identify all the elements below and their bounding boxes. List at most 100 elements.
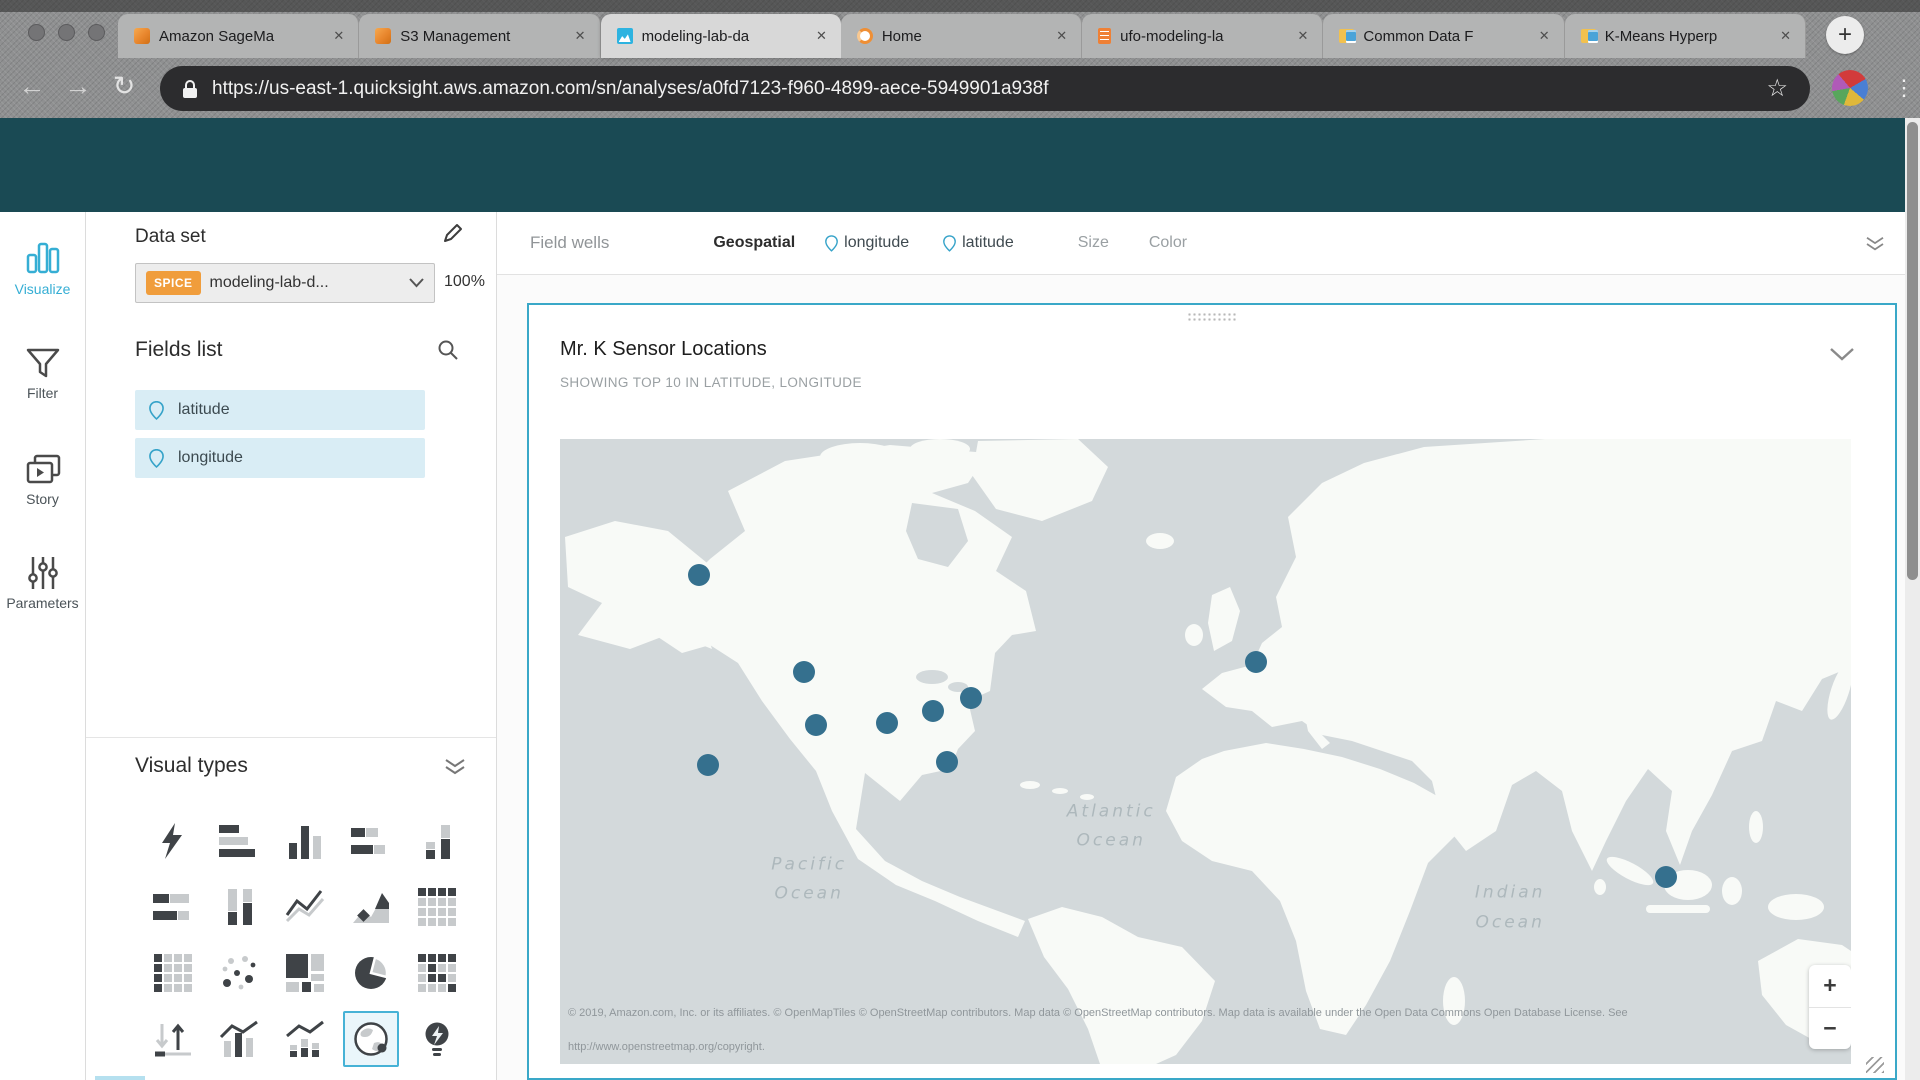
back-button[interactable]: ←: [12, 62, 52, 110]
collapse-field-wells-icon[interactable]: [1865, 236, 1885, 252]
size-well-label[interactable]: Size: [1078, 234, 1109, 252]
visual-type-horizontal-stacked-bar-chart[interactable]: [343, 813, 399, 869]
map-data-point[interactable]: [936, 751, 958, 773]
tab-modeling-lab-active[interactable]: modeling-lab-da ✕: [601, 14, 841, 58]
rail-item-story[interactable]: Story: [0, 454, 85, 507]
map-visual-card[interactable]: Mr. K Sensor Locations SHOWING TOP 10 IN…: [527, 303, 1897, 1080]
tab-close-icon[interactable]: ✕: [1537, 26, 1552, 46]
visual-type-pie-chart[interactable]: [343, 945, 399, 1001]
color-well-label[interactable]: Color: [1149, 234, 1187, 252]
rail-item-visualize[interactable]: Visualize: [0, 240, 85, 297]
tab-close-icon[interactable]: ✕: [1054, 26, 1069, 46]
quicksight-header: + Add ↺ Undo ↻ Redo modeling-lab-data-so…: [0, 118, 1920, 212]
map-data-points-layer: [560, 439, 1851, 1064]
left-rail: Visualize Filter Story Parameters: [0, 212, 86, 1080]
dataset-dropdown[interactable]: SPICE modeling-lab-d...: [135, 263, 435, 303]
visual-type-waterfall-chart[interactable]: [145, 1011, 201, 1067]
map-data-point[interactable]: [1655, 866, 1677, 888]
field-item-latitude[interactable]: latitude: [135, 390, 425, 430]
forward-button[interactable]: →: [58, 62, 98, 110]
visual-types-heading: Visual types: [135, 754, 248, 778]
browser-profile-avatar[interactable]: [1832, 70, 1868, 106]
panel-divider: [86, 737, 496, 738]
notebook-icon: [1098, 28, 1111, 44]
tab-amazon-sagemaker[interactable]: Amazon SageMa ✕: [118, 14, 359, 58]
well-longitude[interactable]: longitude: [825, 234, 909, 252]
collapse-double-chevron-icon[interactable]: [444, 758, 466, 776]
tab-home[interactable]: Home ✕: [841, 14, 1082, 58]
visual-type-vertical-stacked-100-bar-chart[interactable]: [211, 879, 267, 935]
tab-ufo-modeling[interactable]: ufo-modeling-la ✕: [1082, 14, 1323, 58]
search-icon[interactable]: [438, 340, 458, 360]
sliders-icon: [26, 556, 60, 590]
visual-type-heat-map[interactable]: [145, 945, 201, 1001]
tab-label: Home: [882, 28, 1045, 45]
tab-strip: Amazon SageMa ✕ S3 Management ✕ modeling…: [118, 14, 1806, 58]
field-wells-label: Field wells: [530, 233, 609, 253]
field-item-longitude[interactable]: longitude: [135, 438, 425, 478]
visual-menu-chevron-icon[interactable]: [1829, 347, 1855, 362]
map-data-point[interactable]: [876, 712, 898, 734]
visual-type-horizontal-stacked-100-bar-chart[interactable]: [145, 879, 201, 935]
tab-s3-management[interactable]: S3 Management ✕: [359, 14, 600, 58]
bookmark-star-icon[interactable]: ☆: [1766, 74, 1788, 103]
visual-type-geospatial-map[interactable]: [343, 1011, 399, 1067]
map-data-point[interactable]: [805, 714, 827, 736]
tab-label: modeling-lab-da: [642, 28, 805, 45]
address-bar[interactable]: https://us-east-1.quicksight.aws.amazon.…: [160, 66, 1810, 111]
tab-close-icon[interactable]: ✕: [573, 26, 588, 46]
visual-type-line-chart[interactable]: [277, 879, 333, 935]
visual-type-tree-map[interactable]: [277, 945, 333, 1001]
visual-type-horizontal-bar-chart[interactable]: [211, 813, 267, 869]
window-maximize-button[interactable]: [88, 24, 105, 41]
field-wells-bar: Field wells Geospatial longitude latitud…: [497, 212, 1905, 275]
map-zoom-out-button[interactable]: −: [1809, 1008, 1851, 1050]
edit-pencil-icon[interactable]: [442, 222, 464, 244]
quicksight-icon: [617, 28, 633, 44]
visual-type-insights[interactable]: [409, 1011, 465, 1067]
bar-chart-icon: [25, 240, 61, 276]
map-attribution-line2: http://www.openstreetmap.org/copyright.: [568, 1041, 765, 1053]
well-latitude[interactable]: latitude: [943, 234, 1014, 252]
visual-type-combo-stacked-bar-line-chart[interactable]: [277, 1011, 333, 1067]
map-data-point[interactable]: [697, 754, 719, 776]
visual-type-scatter-plot[interactable]: [211, 945, 267, 1001]
window-close-button[interactable]: [28, 24, 45, 41]
visual-resize-handle[interactable]: [1866, 1057, 1884, 1073]
visual-title[interactable]: Mr. K Sensor Locations: [560, 338, 767, 361]
tab-kmeans-hyperparameters[interactable]: K-Means Hyperp ✕: [1565, 14, 1806, 58]
tab-close-icon[interactable]: ✕: [1296, 26, 1311, 46]
tab-close-icon[interactable]: ✕: [331, 26, 346, 46]
map-data-point[interactable]: [793, 661, 815, 683]
dataset-name: modeling-lab-d...: [210, 274, 400, 292]
rail-item-filter[interactable]: Filter: [0, 348, 85, 401]
visual-type-vertical-bar-chart[interactable]: [277, 813, 333, 869]
tab-label: Amazon SageMa: [159, 28, 322, 45]
map-data-point[interactable]: [688, 564, 710, 586]
window-top-edge: [0, 0, 1920, 12]
page-scrollbar-thumb[interactable]: [1907, 122, 1918, 580]
visual-type-auto-graph[interactable]: [145, 813, 201, 869]
geospatial-map[interactable]: PacificOcean AtlanticOcean IndianOcean ©…: [560, 439, 1851, 1064]
visual-type-pivot-table[interactable]: [409, 879, 465, 935]
rail-item-parameters[interactable]: Parameters: [0, 556, 85, 611]
visual-drag-handle[interactable]: [1187, 312, 1237, 323]
tab-close-icon[interactable]: ✕: [814, 26, 829, 46]
spice-badge: SPICE: [146, 271, 201, 295]
visual-type-vertical-stacked-bar-chart[interactable]: [409, 813, 465, 869]
visual-type-area-line-chart[interactable]: [343, 879, 399, 935]
new-tab-button[interactable]: +: [1826, 16, 1864, 54]
visual-type-heat-map-table[interactable]: [409, 945, 465, 1001]
reload-button[interactable]: ↻: [104, 62, 144, 110]
map-zoom-in-button[interactable]: +: [1809, 965, 1851, 1008]
window-minimize-button[interactable]: [58, 24, 75, 41]
map-data-point[interactable]: [1245, 651, 1267, 673]
map-data-point[interactable]: [922, 700, 944, 722]
geospatial-pin-icon: [943, 235, 956, 252]
browser-menu-icon[interactable]: ⋮: [1893, 70, 1915, 106]
visual-type-combo-bar-line-chart[interactable]: [211, 1011, 267, 1067]
tab-close-icon[interactable]: ✕: [1778, 26, 1793, 46]
sagemaker-icon: [134, 28, 150, 44]
map-data-point[interactable]: [960, 687, 982, 709]
tab-common-data-formats[interactable]: Common Data F ✕: [1323, 14, 1564, 58]
